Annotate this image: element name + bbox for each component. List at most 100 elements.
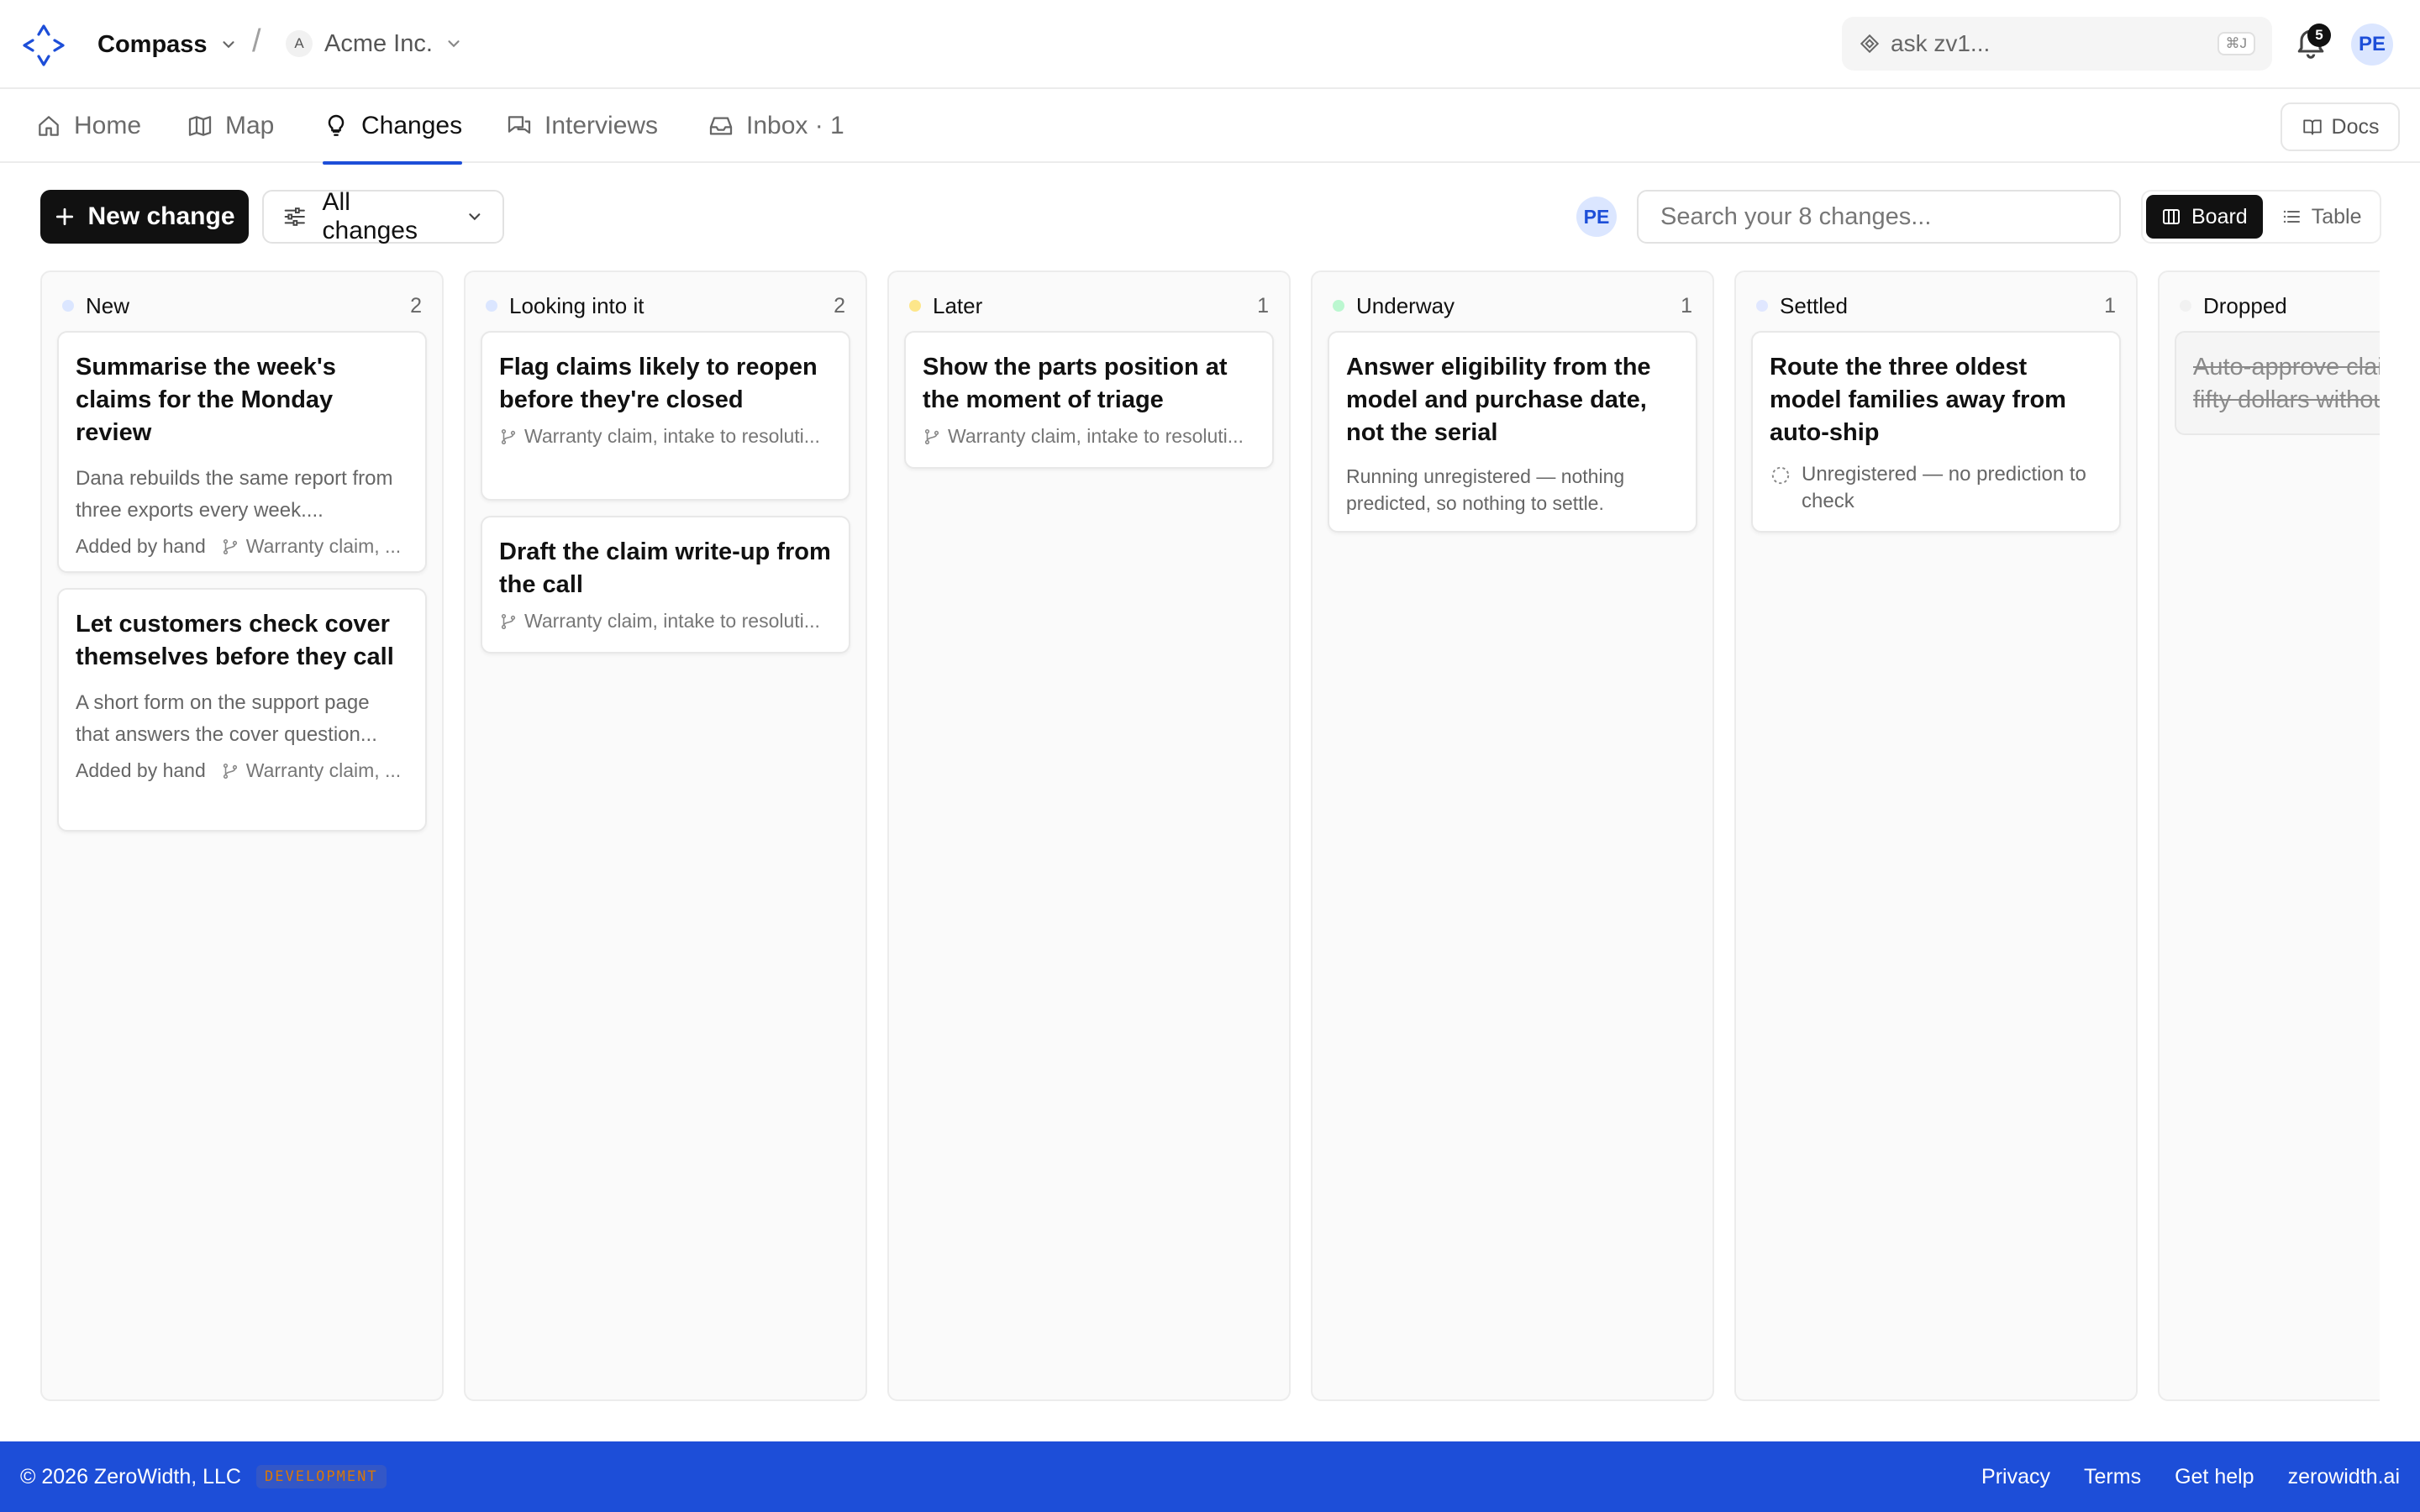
prediction-status: Unregistered — no prediction to check [1770,461,2102,515]
main-nav: Home Map Changes Interviews Inbox · 1 Do… [0,89,2420,165]
project-switcher[interactable]: Compass [97,27,238,62]
footer-link-privacy[interactable]: Privacy [1981,1465,2050,1489]
change-card[interactable]: Let customers check cover themselves bef… [57,588,427,832]
tab-inbox[interactable]: Inbox · 1 [708,89,844,163]
column-header: Later 1 [909,289,1269,323]
column-settled: Settled 1 Route the three oldest model f… [1734,270,2138,1401]
source-label: Warranty claim, ... [245,759,402,781]
owner-avatar[interactable]: PE [1576,197,1617,237]
card-title: Summarise the week's claims for the Mond… [76,354,336,446]
plus-icon [56,207,74,226]
tab-label: Map [225,112,275,139]
column-looking-into-it: Looking into it 2 Flag claims likely to … [464,270,867,1401]
added-by: Added by hand [76,759,206,781]
tab-map[interactable]: Map [187,89,274,163]
chevron-down-icon [448,40,460,48]
card-source: Warranty claim, intake to resoluti... [499,610,820,633]
project-name: Compass [97,30,208,58]
status-dot [62,300,74,312]
new-change-label: New change [87,202,235,230]
status-dot [486,300,497,312]
card-title: Show the parts position at the moment of… [923,354,1228,413]
tab-label: Home [74,112,142,139]
copyright: © 2026 ZeroWidth, LLC [20,1464,241,1488]
branch-icon [501,428,516,444]
card-description: Dana rebuilds the same report from three… [76,467,393,522]
card-meta: Warranty claim, intake to resoluti... [499,610,832,633]
status-dot [909,300,921,312]
column-count: 1 [1681,293,1692,318]
breadcrumb-separator: / [252,24,261,59]
column-title: Underway [1356,292,1455,318]
org-switcher[interactable]: A Acme Inc. [286,25,463,62]
footer-link-help[interactable]: Get help [2175,1465,2254,1489]
map-icon [188,116,212,136]
diamond-icon [1860,34,1880,54]
change-card[interactable]: Flag claims likely to reopen before they… [481,331,850,501]
status-dot [1333,300,1344,312]
card-meta: Added by hand Warranty claim, ... [76,535,408,558]
change-card[interactable]: Answer eligibility from the model and pu… [1328,331,1697,533]
filter-label: All changes [322,188,418,244]
environment-badge: DEVELOPMENT [256,1465,387,1488]
column-header: Dropped [2180,289,2380,323]
card-source: Warranty claim, intake to resoluti... [923,425,1244,448]
tab-home[interactable]: Home [35,89,141,163]
tab-label: Interviews [544,112,659,139]
kanban-board: New 2 Summarise the week's claims for th… [40,270,2380,1401]
tab-interviews[interactable]: Interviews [506,89,658,163]
column-title: Dropped [2203,292,2287,318]
card-source: Warranty claim, ... [221,759,401,782]
book-icon [2302,119,2322,135]
change-card[interactable]: Route the three oldest model families aw… [1751,331,2121,533]
docs-label: Docs [2331,114,2380,139]
card-title: Route the three oldest model families aw… [1770,354,2066,446]
branch-icon [924,428,939,444]
top-bar: Compass / A Acme Inc. ask zv1... ⌘J 5 PE [0,0,2420,89]
org-name: Acme Inc. [324,29,433,57]
filter-dropdown[interactable]: All changes [262,188,504,244]
status-dot [2180,300,2191,312]
tab-label: Changes [361,112,463,139]
change-card[interactable]: Summarise the week's claims for the Mond… [57,331,427,573]
card-source: Warranty claim, ... [221,535,401,558]
column-title: Later [933,292,983,318]
tab-changes[interactable]: Changes [323,89,463,165]
chevron-down-icon [469,213,481,221]
change-card[interactable]: Show the parts position at the moment of… [904,331,1274,469]
ask-shortcut: ⌘J [2217,32,2255,55]
column-dropped: Dropped Auto-approve claims under fifty … [2158,270,2380,1401]
card-description: A short form on the support page that an… [76,691,377,746]
source-label: Warranty claim, ... [245,535,402,557]
status-dot [1756,300,1768,312]
card-meta: Added by hand Warranty claim, ... [76,759,408,782]
column-header: Settled 1 [1756,289,2116,323]
column-header: New 2 [62,289,422,323]
compass-logo-icon[interactable] [22,24,66,67]
table-view-label: Table [2311,204,2362,228]
new-change-button[interactable]: New change [40,190,249,244]
tab-label: Inbox · 1 [746,112,844,139]
org-avatar: A [286,30,313,57]
footer-link-website[interactable]: zerowidth.ai [2288,1465,2400,1489]
chat-icon [508,116,531,134]
card-title: Flag claims likely to reopen before they… [499,354,818,413]
column-count: 1 [1257,293,1269,318]
branch-icon [501,613,516,629]
change-card[interactable]: Auto-approve claims under fifty dollars … [2175,331,2380,435]
ask-assistant-input[interactable]: ask zv1... ⌘J [1842,17,2272,71]
card-source: Warranty claim, intake to resoluti... [499,425,820,448]
column-title: Settled [1780,292,1848,318]
search-changes-input[interactable] [1637,190,2121,244]
user-avatar[interactable]: PE [2351,24,2393,66]
docs-button[interactable]: Docs [2281,102,2400,151]
footer-link-terms[interactable]: Terms [2084,1465,2141,1489]
column-underway: Underway 1 Answer eligibility from the m… [1311,270,1714,1401]
card-title: Answer eligibility from the model and pu… [1346,354,1651,446]
list-icon [2283,210,2300,223]
change-card[interactable]: Draft the claim write-up from the call W… [481,516,850,654]
board-view-button[interactable]: Board [2146,195,2263,239]
card-title: Draft the claim write-up from the call [499,538,831,598]
table-view-button[interactable]: Table [2266,195,2377,239]
inbox-icon [709,117,733,135]
